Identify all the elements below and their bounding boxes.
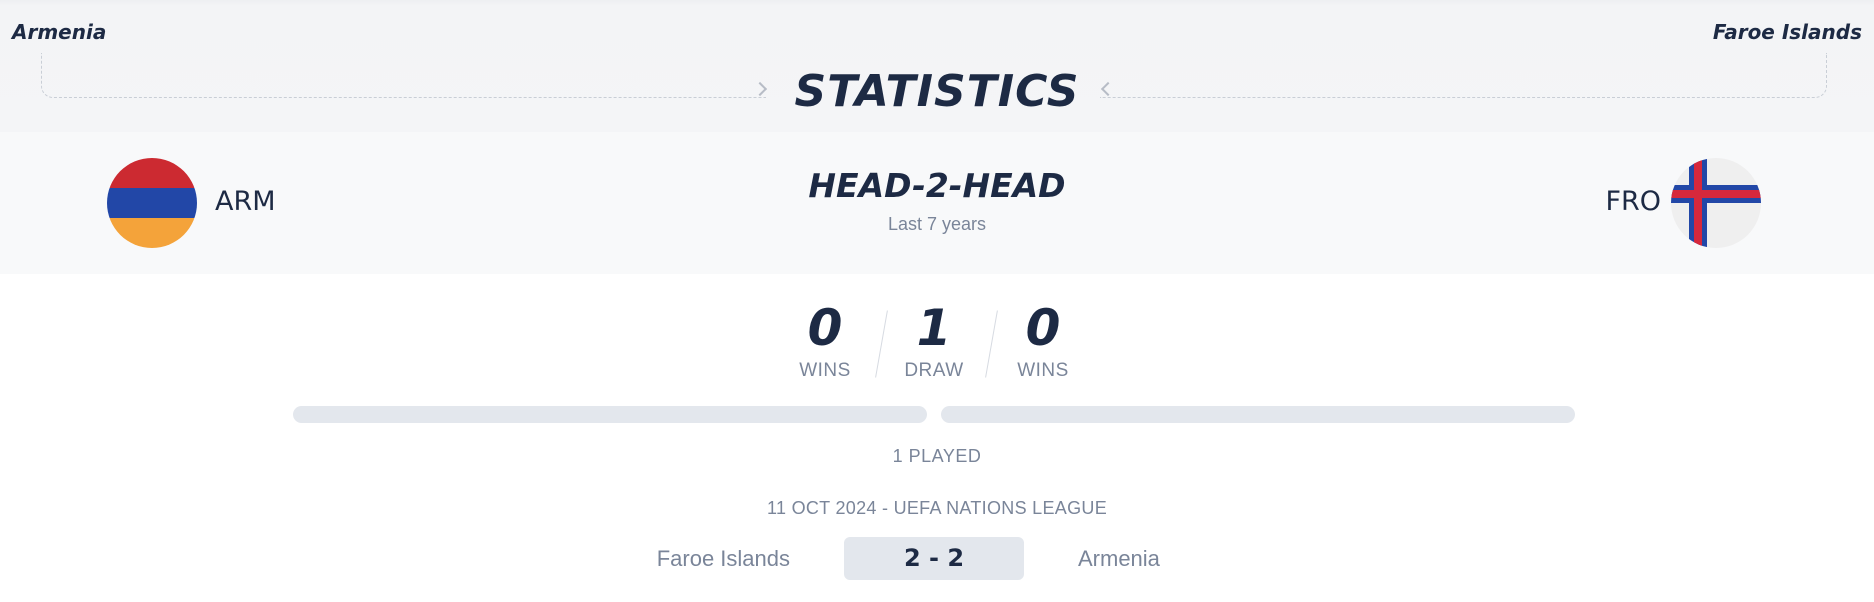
draws-count: 1 <box>916 299 952 357</box>
page-title: STATISTICS <box>794 66 1080 117</box>
away-wins-count: 0 <box>1025 299 1061 357</box>
home-wins-bar <box>293 406 927 423</box>
home-wins-stat: 0 WINS <box>780 298 870 382</box>
matches-played: 1 PLAYED <box>892 446 982 466</box>
faroe-islands-flag-icon <box>1671 158 1761 248</box>
draws-stat: 1 DRAW <box>889 298 979 382</box>
match-away-team: Armenia <box>1078 546 1160 571</box>
match-home-team: Faroe Islands <box>656 546 790 571</box>
draws-label: DRAW <box>904 360 964 381</box>
home-wins-label: WINS <box>799 360 851 381</box>
away-team-code: FRO <box>1605 186 1661 217</box>
match-score[interactable]: 2 - 2 <box>844 537 1024 580</box>
away-wins-bar <box>941 406 1575 423</box>
away-wins-stat: 0 WINS <box>998 298 1088 382</box>
away-team-name: Faroe Islands <box>1712 20 1862 44</box>
match-info: 11 OCT 2024 - UEFA NATIONS LEAGUE <box>766 498 1108 518</box>
away-wins-label: WINS <box>1017 360 1069 381</box>
head-to-head-period: Last 7 years <box>887 214 987 234</box>
home-team-name: Armenia <box>12 20 107 44</box>
head-to-head-title: HEAD-2-HEAD <box>808 166 1066 205</box>
stat-divider <box>985 310 998 378</box>
home-wins-count: 0 <box>807 299 843 357</box>
stat-divider <box>875 310 888 378</box>
